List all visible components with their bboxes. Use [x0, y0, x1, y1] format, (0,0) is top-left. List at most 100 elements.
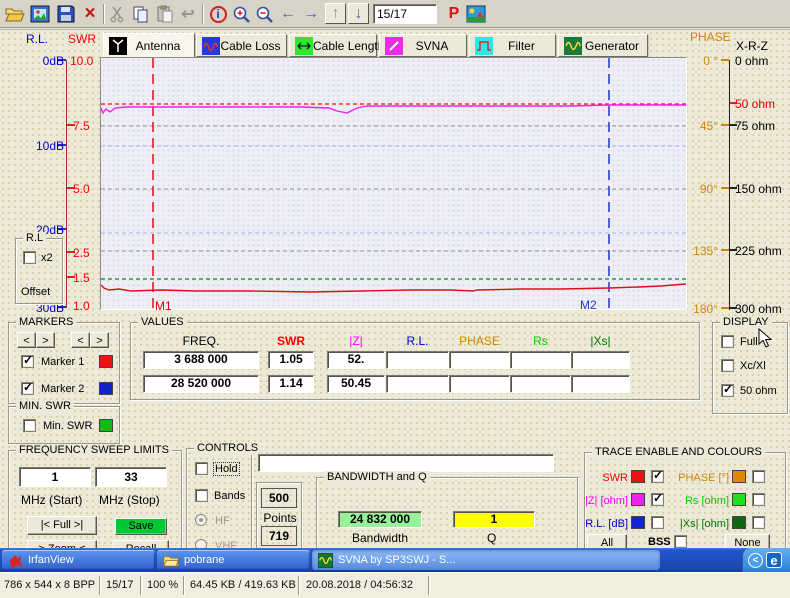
save-icon[interactable] [55, 3, 77, 25]
trace-xs-swatch[interactable] [732, 516, 746, 529]
page-number-input[interactable] [373, 4, 437, 24]
trace-phase-label: PHASE [°] [665, 472, 729, 484]
irfanview-taskbar-icon [8, 553, 23, 568]
zoom-in-icon[interactable] [230, 3, 252, 25]
swr-tick-label: 1.0 [73, 299, 90, 313]
trace-title: TRACE ENABLE AND COLOURS [592, 446, 765, 459]
sweep-limits-title: FREQUENCY SWEEP LIMITS [16, 444, 172, 457]
trace-rs-checkbox[interactable] [752, 493, 765, 506]
swr-tick-label: 2.5 [73, 246, 90, 260]
tab-generator[interactable]: Generator [558, 34, 648, 57]
first-image-button[interactable]: ↑ [325, 3, 346, 24]
thumbnails-icon[interactable] [29, 3, 51, 25]
undo-icon[interactable]: ↩ [177, 3, 199, 25]
tray-collapse-icon[interactable]: < [748, 553, 763, 568]
open-folder-icon[interactable] [4, 3, 26, 25]
rl-x2-checkbox[interactable] [23, 251, 36, 264]
bss-checkbox[interactable] [674, 535, 687, 548]
marker1-left-button[interactable]: < [17, 332, 36, 348]
marker1-color-swatch[interactable] [99, 355, 113, 368]
tab-filter[interactable]: Filter [469, 34, 556, 57]
trace-rl-swatch[interactable] [631, 516, 645, 529]
zoom-out-icon[interactable] [253, 3, 275, 25]
trace-z-swatch[interactable] [631, 493, 645, 506]
save-button[interactable]: Save [115, 518, 167, 535]
display-full-checkbox[interactable] [721, 335, 734, 348]
marker1-checkbox[interactable] [21, 355, 34, 368]
taskbar-item-svna[interactable]: SVNA by SP3SWJ - S... [312, 550, 660, 570]
trace-swr-checkbox[interactable] [651, 470, 664, 483]
m1-freq-field[interactable]: 3 688 000 [143, 351, 259, 369]
marker2-left-button[interactable]: < [71, 332, 90, 348]
m1-xs-field[interactable] [571, 351, 630, 369]
trace-rl-checkbox[interactable] [651, 516, 664, 529]
next-image-icon[interactable]: → [300, 3, 322, 25]
points-bottom-value: 719 [261, 526, 297, 546]
trace-z-checkbox[interactable] [651, 493, 664, 506]
trace-phase-swatch[interactable] [732, 470, 746, 483]
message-field[interactable] [258, 454, 554, 472]
m1-rl-field[interactable] [386, 351, 449, 369]
trace-rs-swatch[interactable] [732, 493, 746, 506]
folder-icon [163, 554, 179, 567]
m2-swr-field[interactable]: 1.14 [268, 375, 314, 393]
info-icon[interactable]: i [207, 3, 229, 25]
m1-rs-field[interactable] [510, 351, 571, 369]
marker2-right-button[interactable]: > [90, 332, 109, 348]
delete-icon[interactable]: × [79, 3, 101, 25]
m1-phase-field[interactable] [449, 351, 510, 369]
swr-axis-header: SWR [68, 32, 96, 46]
antenna-icon [109, 37, 127, 55]
min-swr-color-swatch[interactable] [99, 419, 113, 432]
last-image-button[interactable]: ↓ [348, 3, 369, 24]
marker2-checkbox[interactable] [21, 382, 34, 395]
status-page-index: 15/17 [106, 579, 134, 591]
hold-checkbox[interactable] [195, 462, 208, 475]
marker2-color-swatch[interactable] [99, 382, 113, 395]
phase-tick-label: 0 ° [686, 54, 718, 68]
m2-phase-field[interactable] [449, 375, 510, 393]
values-groupbox: VALUES FREQ. SWR |Z| R.L. PHASE Rs |Xs| … [130, 322, 700, 400]
taskbar-item-irfanview[interactable]: IrfanView [2, 550, 155, 570]
hf-label: HF [215, 515, 230, 527]
rl-offset-label: Offset [21, 286, 50, 298]
internet-explorer-tray-icon[interactable]: e [766, 552, 782, 568]
min-swr-checkbox[interactable] [23, 419, 36, 432]
min-swr-groupbox: MIN. SWR Min. SWR [8, 406, 120, 444]
sweep-chart[interactable] [100, 57, 687, 310]
bands-checkbox[interactable] [195, 489, 208, 502]
cable-loss-icon [202, 37, 220, 55]
min-swr-label: Min. SWR [43, 420, 93, 432]
tab-cable-loss[interactable]: Cable Loss [196, 34, 287, 57]
paste-icon[interactable] [154, 3, 176, 25]
m2-xs-field[interactable] [571, 375, 630, 393]
trace-swr-swatch[interactable] [631, 470, 645, 483]
m1-z-field[interactable]: 52. [327, 351, 385, 369]
m1-swr-field[interactable]: 1.05 [268, 351, 314, 369]
m2-freq-field[interactable]: 28 520 000 [143, 375, 259, 393]
full-span-button[interactable]: |< Full >| [27, 516, 97, 535]
sweep-start-field[interactable]: 1 [19, 467, 91, 487]
hf-radio[interactable] [195, 514, 207, 526]
marker1-right-button[interactable]: > [36, 332, 55, 348]
trace-xs-checkbox[interactable] [752, 516, 765, 529]
marker1-label: Marker 1 [41, 356, 84, 368]
display-xcxl-checkbox[interactable] [721, 359, 734, 372]
display-50ohm-checkbox[interactable] [721, 384, 734, 397]
cut-icon[interactable] [107, 3, 129, 25]
taskbar-item-pobrane[interactable]: pobrane [157, 550, 310, 570]
tab-cable-length[interactable]: Cable Length [289, 34, 377, 57]
copy-icon[interactable] [130, 3, 152, 25]
trace-phase-checkbox[interactable] [752, 470, 765, 483]
m2-rl-field[interactable] [386, 375, 449, 393]
tab-antenna[interactable]: Antenna [103, 33, 195, 58]
sweep-stop-field[interactable]: 33 [95, 467, 167, 487]
previous-image-icon[interactable]: ← [277, 3, 299, 25]
acquire-icon[interactable] [465, 3, 487, 25]
m2-z-field[interactable]: 50.45 [327, 375, 385, 393]
m2-rs-field[interactable] [510, 375, 571, 393]
controls-groupbox: CONTROLS Hold Bands HF VHF [186, 448, 252, 562]
print-icon[interactable]: P [443, 3, 465, 25]
tab-svna[interactable]: SVNA [379, 34, 467, 57]
left-axis-line [66, 60, 67, 308]
